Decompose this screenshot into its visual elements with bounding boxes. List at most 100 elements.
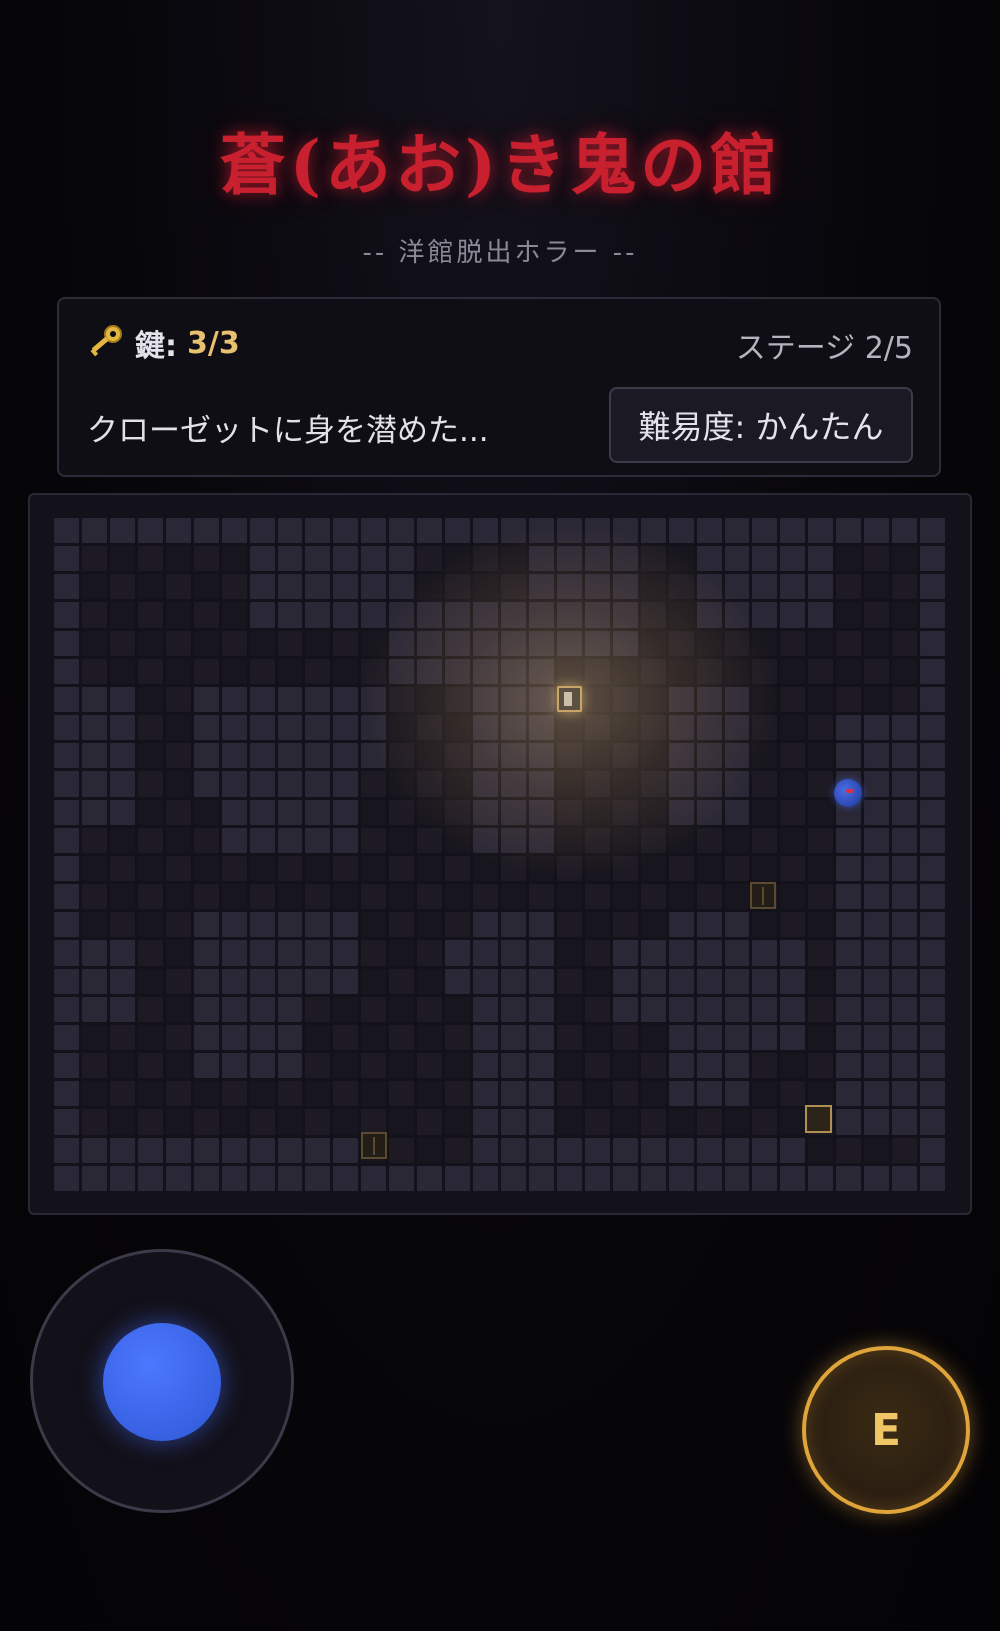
joystick-knob[interactable] xyxy=(103,1323,221,1441)
floor-tile xyxy=(109,1053,135,1079)
floor-tile xyxy=(836,602,862,628)
floor-tile xyxy=(417,771,443,797)
wall-tile xyxy=(54,518,79,544)
wall-tile xyxy=(305,912,331,938)
exit-door-icon[interactable] xyxy=(805,1105,832,1133)
wall-tile xyxy=(473,771,498,797)
floor-tile xyxy=(361,1081,387,1107)
wall-tile xyxy=(696,1137,722,1163)
wall-tile xyxy=(501,686,526,713)
floor-tile xyxy=(473,884,498,910)
floor-tile xyxy=(780,1081,806,1107)
wall-tile xyxy=(752,940,778,966)
floor-tile xyxy=(221,884,247,910)
wall-tile xyxy=(920,912,945,938)
wall-tile xyxy=(892,518,918,544)
wall-tile xyxy=(668,715,694,741)
wall-tile xyxy=(109,743,135,769)
floor-tile xyxy=(836,546,862,572)
wall-tile xyxy=(277,602,303,628)
wall-tile xyxy=(473,799,498,825)
floor-tile xyxy=(109,630,135,656)
floor-tile xyxy=(361,1109,387,1135)
wall-tile xyxy=(81,686,107,713)
floor-tile xyxy=(221,602,247,628)
wall-tile xyxy=(54,743,79,769)
action-button[interactable]: E xyxy=(802,1346,970,1514)
floor-tile xyxy=(165,602,191,628)
keys-indicator: 鍵: 3/3 xyxy=(85,321,240,365)
floor-tile xyxy=(81,574,107,600)
floor-tile xyxy=(612,743,638,769)
floor-tile xyxy=(668,827,694,853)
closet-icon[interactable] xyxy=(361,1132,387,1159)
floor-tile xyxy=(668,1109,694,1135)
floor-tile xyxy=(417,912,443,938)
floor-tile xyxy=(445,996,471,1022)
floor-tile xyxy=(193,855,219,882)
wall-tile xyxy=(81,743,107,769)
wall-tile xyxy=(528,715,554,741)
wall-tile xyxy=(361,1165,387,1191)
wall-tile xyxy=(780,940,806,966)
floor-tile xyxy=(640,743,666,769)
wall-tile xyxy=(501,996,526,1022)
floor-tile xyxy=(305,630,331,656)
wall-tile xyxy=(501,912,526,938)
floor-tile xyxy=(584,686,610,713)
wall-tile xyxy=(864,996,890,1022)
floor-tile xyxy=(808,630,834,656)
wall-tile xyxy=(528,630,554,656)
wall-tile xyxy=(81,799,107,825)
wall-tile xyxy=(920,799,945,825)
wall-tile xyxy=(584,602,610,628)
wall-tile xyxy=(836,1165,862,1191)
wall-tile xyxy=(501,1109,526,1135)
wall-tile xyxy=(864,884,890,910)
floor-tile xyxy=(445,574,471,600)
floor-tile xyxy=(361,968,387,994)
wall-tile xyxy=(221,827,247,853)
closet-icon[interactable] xyxy=(750,882,776,909)
floor-tile xyxy=(445,1109,471,1135)
floor-tile xyxy=(556,827,582,853)
floor-tile xyxy=(808,884,834,910)
wall-tile xyxy=(920,546,945,572)
wall-tile xyxy=(361,518,387,544)
wall-tile xyxy=(836,1024,862,1051)
floor-tile xyxy=(333,1053,359,1079)
wall-tile xyxy=(249,1053,275,1079)
floor-tile xyxy=(81,884,107,910)
wall-tile xyxy=(333,715,359,741)
wall-tile xyxy=(724,1137,750,1163)
floor-tile xyxy=(836,1137,862,1163)
wall-tile xyxy=(277,1024,303,1051)
floor-tile xyxy=(612,1109,638,1135)
floor-tile xyxy=(137,855,163,882)
wall-tile xyxy=(864,518,890,544)
floor-tile xyxy=(81,827,107,853)
floor-tile xyxy=(892,686,918,713)
floor-tile xyxy=(780,855,806,882)
wall-tile xyxy=(249,912,275,938)
wall-tile xyxy=(864,1081,890,1107)
wall-tile xyxy=(584,574,610,600)
floor-tile xyxy=(249,658,275,684)
floor-tile xyxy=(221,546,247,572)
wall-tile xyxy=(473,940,498,966)
wall-tile xyxy=(808,546,834,572)
floor-tile xyxy=(668,574,694,600)
floor-tile xyxy=(808,799,834,825)
floor-tile xyxy=(668,630,694,656)
wall-tile xyxy=(920,940,945,966)
floor-tile xyxy=(780,658,806,684)
wall-tile xyxy=(81,1137,107,1163)
floor-tile xyxy=(417,1109,443,1135)
floor-tile xyxy=(137,771,163,797)
floor-tile xyxy=(556,771,582,797)
difficulty-button[interactable]: 難易度: かんたん xyxy=(609,387,913,463)
wall-tile xyxy=(277,912,303,938)
wall-tile xyxy=(445,940,471,966)
floor-tile xyxy=(808,743,834,769)
wall-tile xyxy=(556,574,582,600)
